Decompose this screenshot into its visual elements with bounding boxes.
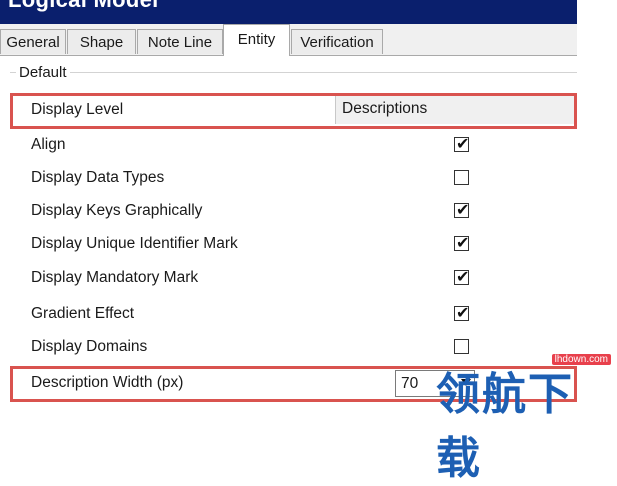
- check-icon: ✔: [456, 269, 470, 286]
- description-width-label: Description Width (px): [31, 374, 184, 391]
- row-display-mandatory-mark: Display Mandatory Mark ✔: [10, 262, 577, 295]
- tab-verification[interactable]: Verification: [291, 29, 383, 54]
- display-data-types-label: Display Data Types: [31, 169, 165, 186]
- row-gradient-effect: Gradient Effect ✔: [10, 298, 577, 331]
- site-watermark: lhdown.com 领航下载: [432, 352, 617, 484]
- display-unique-identifier-mark-label: Display Unique Identifier Mark: [31, 235, 238, 252]
- display-data-types-checkbox[interactable]: [454, 170, 469, 185]
- align-checkbox[interactable]: ✔: [454, 136, 470, 153]
- row-display-unique-identifier-mark: Display Unique Identifier Mark ✔: [10, 228, 577, 261]
- group-divider: [10, 72, 577, 73]
- window-title: Logical Model: [8, 0, 159, 13]
- window-titlebar: Logical Model: [0, 0, 577, 24]
- display-unique-identifier-mark-checkbox[interactable]: ✔: [454, 235, 470, 252]
- display-level-label: Display Level: [31, 101, 124, 118]
- row-display-data-types: Display Data Types: [10, 162, 577, 195]
- group-label: Default: [16, 64, 70, 81]
- gradient-effect-label: Gradient Effect: [31, 305, 135, 322]
- check-icon: ✔: [456, 235, 470, 252]
- tab-note-line[interactable]: Note Line: [137, 29, 223, 54]
- display-level-value[interactable]: Descriptions: [335, 95, 575, 124]
- display-mandatory-mark-checkbox[interactable]: ✔: [454, 269, 470, 286]
- tab-general[interactable]: General: [0, 29, 66, 54]
- row-align: Align ✔: [10, 129, 577, 162]
- watermark-text: 领航下载: [436, 369, 574, 484]
- check-icon: ✔: [456, 136, 470, 153]
- row-display-level: Display Level Descriptions: [10, 94, 577, 127]
- tab-shape[interactable]: Shape: [67, 29, 136, 54]
- display-keys-graphically-checkbox[interactable]: ✔: [454, 202, 470, 219]
- tab-strip: General Shape Note Line Entity Verificat…: [0, 24, 577, 56]
- align-label: Align: [31, 136, 66, 153]
- check-icon: ✔: [456, 305, 470, 322]
- check-icon: ✔: [456, 202, 470, 219]
- display-mandatory-mark-label: Display Mandatory Mark: [31, 269, 199, 286]
- description-width-value: 70: [401, 375, 419, 392]
- row-display-keys-graphically: Display Keys Graphically ✔: [10, 195, 577, 228]
- display-domains-label: Display Domains: [31, 338, 148, 355]
- display-keys-graphically-label: Display Keys Graphically: [31, 202, 203, 219]
- tab-entity[interactable]: Entity: [223, 24, 290, 56]
- gradient-effect-checkbox[interactable]: ✔: [454, 305, 470, 322]
